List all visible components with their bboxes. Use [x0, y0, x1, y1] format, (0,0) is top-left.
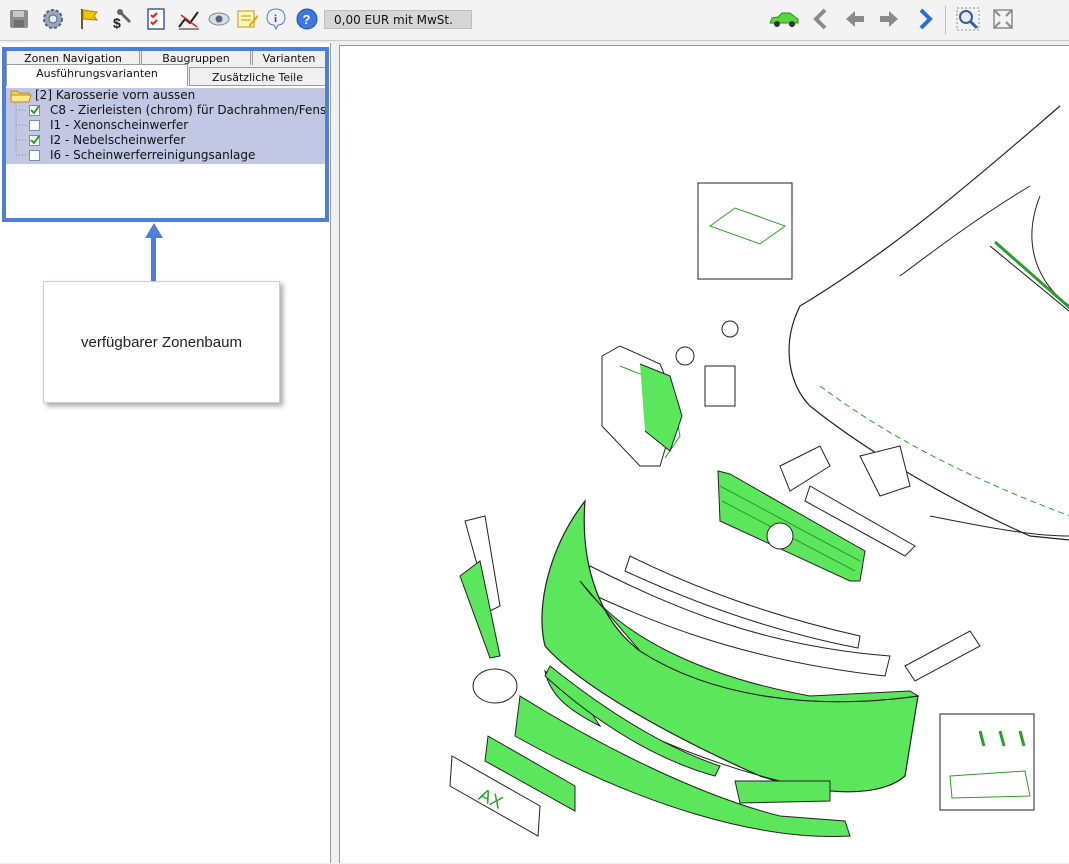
flag-icon[interactable] [76, 6, 102, 32]
checkbox-i1[interactable] [29, 120, 40, 131]
trim-strip [994, 240, 1069, 310]
svg-text:i: i [274, 13, 277, 25]
fit-icon[interactable] [990, 6, 1016, 32]
tab-zonen-navigation[interactable]: Zonen Navigation [6, 49, 140, 65]
bulb-2 [675, 346, 695, 366]
bracket-right-2 [859, 445, 911, 497]
tab-zusaetzliche-teile[interactable]: Zusätzliche Teile [189, 67, 326, 86]
tree-item-i2[interactable]: I2 - Nebelscheinwerfer [50, 133, 185, 147]
tab-ausfuehrungsvarianten[interactable]: Ausführungsvarianten [6, 64, 188, 86]
fog-light [472, 668, 518, 704]
vw-logo [766, 522, 794, 550]
price-tools-icon[interactable]: $ [110, 6, 136, 32]
prev-icon[interactable] [842, 6, 868, 32]
back-icon[interactable] [808, 6, 834, 32]
eye-icon[interactable] [206, 6, 232, 32]
tree-item-i1[interactable]: I1 - Xenonscheinwerfer [50, 118, 188, 132]
callout-box: verfügbarer Zonenbaum [43, 281, 280, 403]
info-icon[interactable]: i [263, 6, 289, 32]
parts-drawing: AX [449, 105, 1069, 837]
forward-icon[interactable] [912, 6, 938, 32]
help-icon[interactable]: ? [294, 6, 320, 32]
hood-cable [929, 515, 1069, 537]
car-icon[interactable] [768, 6, 800, 32]
side-bracket-right [904, 630, 981, 682]
checkbox-c8[interactable] [29, 105, 40, 116]
checklist-icon[interactable] [143, 6, 169, 32]
tab-bar: Zonen Navigation Baugruppen Varianten Au… [6, 49, 326, 86]
tab-varianten[interactable]: Varianten [252, 49, 326, 65]
tree-root-label[interactable]: [2] Karosserie vorn aussen [35, 88, 195, 102]
hood-seam [819, 385, 1069, 517]
toolbar: $ i ? 0,00 EUR mit MwSt. [0, 0, 1069, 41]
zoom-icon[interactable] [955, 6, 981, 32]
bulb-1 [721, 320, 739, 338]
save-icon[interactable] [6, 6, 32, 32]
hood-outline [788, 105, 1069, 541]
price-display: 0,00 EUR mit MwSt. [324, 10, 472, 29]
tab-baugruppen[interactable]: Baugruppen [141, 49, 251, 65]
drawing-canvas[interactable]: AX [339, 45, 1069, 863]
notepad-icon[interactable] [234, 6, 260, 32]
toolbar-separator [945, 6, 946, 34]
bracket-right-1 [779, 445, 831, 492]
settings-icon[interactable] [40, 6, 66, 32]
chart-icon[interactable] [176, 6, 202, 32]
fog-lamp-bracket [704, 365, 736, 407]
callout-arrow [151, 237, 156, 281]
arrow-up-icon [145, 223, 163, 238]
tree-item-c8[interactable]: C8 - Zierleisten (chrom) für Dachrahmen/… [50, 103, 326, 117]
trim-strip-edge [989, 245, 1069, 312]
zone-tree: [2] Karosserie vorn aussen C8 - Zierleis… [6, 86, 326, 218]
inset-box-bottom [939, 713, 1035, 811]
checkbox-i6[interactable] [29, 150, 40, 161]
next-icon[interactable] [876, 6, 902, 32]
lower-grille-center [734, 780, 831, 804]
svg-text:$: $ [113, 15, 121, 31]
checkbox-i2[interactable] [29, 135, 40, 146]
svg-text:?: ? [303, 12, 311, 27]
tree-item-i6[interactable]: I6 - Scheinwerferreinigungsanlage [50, 148, 255, 162]
